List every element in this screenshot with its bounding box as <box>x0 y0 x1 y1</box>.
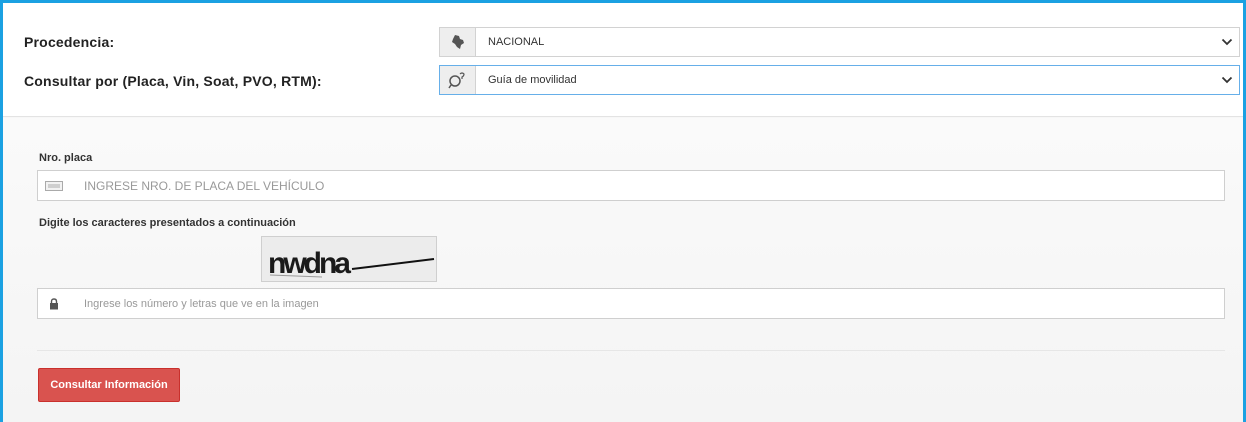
procedencia-value: NACIONAL <box>488 36 545 48</box>
captcha-image: nwdna <box>261 236 437 282</box>
consultar-por-value: Guía de movilidad <box>488 74 577 86</box>
colombia-map-icon <box>440 28 476 56</box>
divider <box>37 350 1225 351</box>
placa-placeholder: INGRESE NRO. DE PLACA DEL VEHÍCULO <box>84 178 325 193</box>
captcha-label: Digite los caracteres presentados a cont… <box>39 217 296 229</box>
captcha-placeholder: Ingrese los número y letras que ve en la… <box>84 297 319 310</box>
procedencia-select[interactable]: NACIONAL <box>439 27 1240 57</box>
captcha-text: nwdna <box>268 247 351 280</box>
query-selection-section: Procedencia: NACIONAL Consultar por (Pla… <box>3 3 1243 117</box>
consultar-informacion-button[interactable]: Consultar Información <box>38 368 180 402</box>
placa-label: Nro. placa <box>39 152 93 164</box>
consultar-por-label: Consultar por (Placa, Vin, Soat, PVO, RT… <box>24 73 322 89</box>
lock-icon <box>38 289 70 318</box>
captcha-input[interactable]: Ingrese los número y letras que ve en la… <box>37 288 1225 319</box>
placa-input[interactable]: INGRESE NRO. DE PLACA DEL VEHÍCULO <box>37 170 1225 201</box>
form-frame: Procedencia: NACIONAL Consultar por (Pla… <box>0 0 1246 422</box>
search-query-icon <box>440 66 476 94</box>
license-plate-icon <box>38 171 70 200</box>
chevron-down-icon <box>1215 28 1239 56</box>
procedencia-label: Procedencia: <box>24 34 115 50</box>
chevron-down-icon <box>1215 66 1239 94</box>
consultar-por-select[interactable]: Guía de movilidad <box>439 65 1240 95</box>
query-form-section <box>3 118 1243 422</box>
